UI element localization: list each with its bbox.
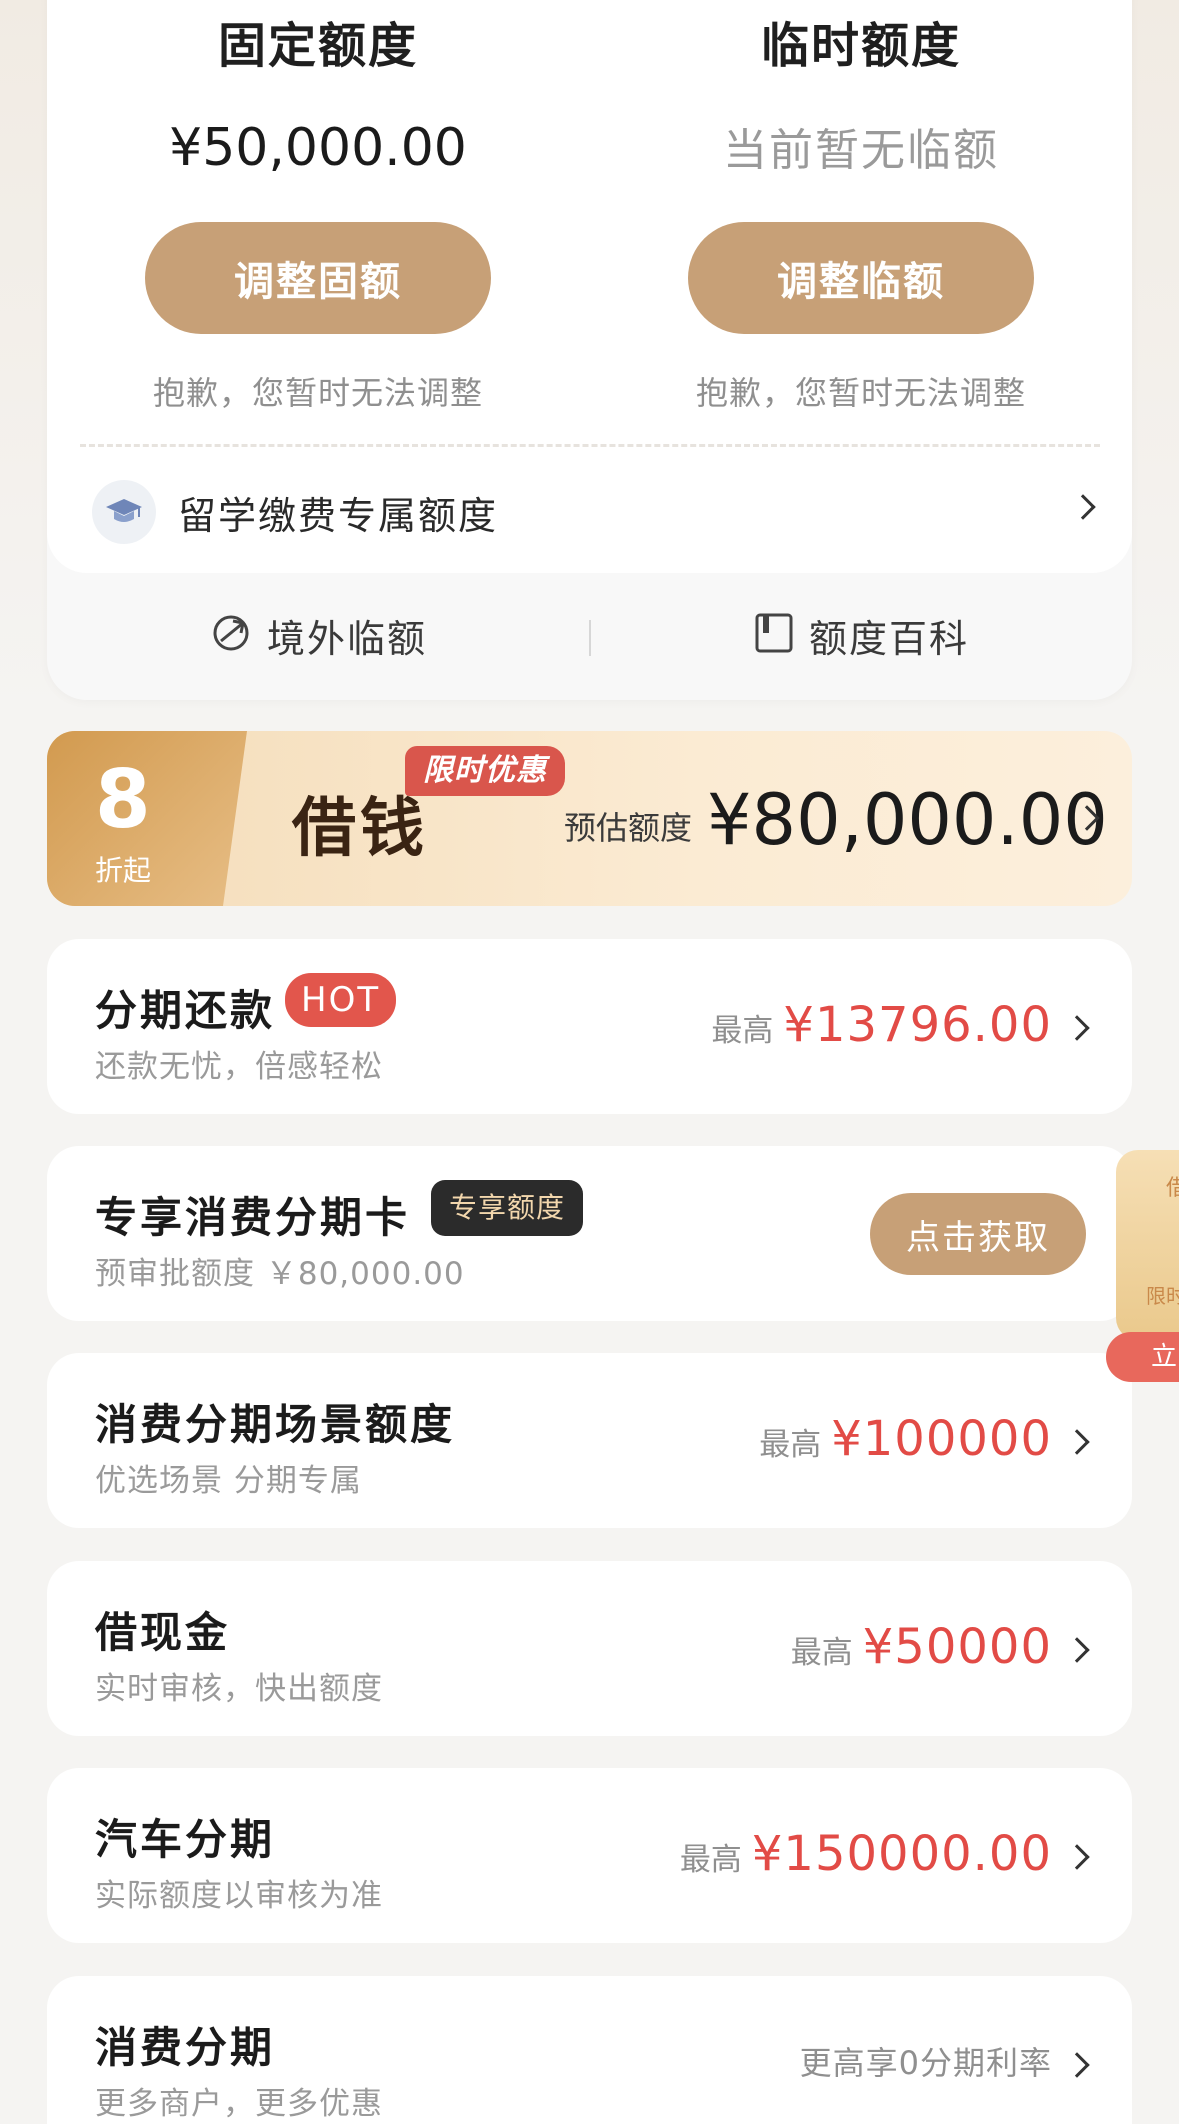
floating-widget-top-text: 借 (1166, 1176, 1179, 1201)
quick-links-divider (589, 620, 591, 656)
get-now-button[interactable]: 点击获取 (870, 1193, 1086, 1275)
chevron-right-icon (1070, 494, 1096, 520)
hot-badge: HOT (285, 973, 397, 1027)
adjust-temporary-limit-button[interactable]: 调整临额 (688, 222, 1034, 334)
product-title: 汽车分期 (95, 1815, 276, 1864)
adjust-fixed-limit-button[interactable]: 调整固额 (145, 222, 491, 334)
chevron-right-icon (1064, 2052, 1090, 2078)
temporary-limit-note: 抱歉，您暂时无法调整 (695, 374, 1026, 412)
fixed-limit-amount: ¥50,000.00 (169, 118, 467, 178)
graduation-cap-icon (92, 480, 156, 544)
product-title: 借现金 (95, 1608, 231, 1657)
chevron-right-icon (1064, 1015, 1090, 1041)
product-max-amount: 最高 ¥50000 (791, 1619, 1052, 1675)
floating-promo-widget[interactable]: 借 限时 (1116, 1150, 1179, 1340)
product-max-amount: 最高 ¥150000.00 (680, 1826, 1052, 1882)
product-title: 消费分期 (95, 2023, 276, 2072)
dashed-divider (80, 444, 1100, 447)
discount-label: 折起 (95, 854, 152, 887)
rate-info: 更高享0分期利率 (799, 2044, 1052, 2082)
study-abroad-limit-row[interactable]: 留学缴费专属额度 (92, 480, 1096, 544)
exclusive-badge: 专享额度 (431, 1180, 584, 1236)
product-card-scene-limit[interactable]: 消费分期场景额度 优选场景 分期专属 最高 ¥100000 (47, 1353, 1132, 1528)
product-card-cash-loan[interactable]: 借现金 实时审核，快出额度 最高 ¥50000 (47, 1561, 1132, 1736)
max-value: ¥50000 (862, 1619, 1052, 1675)
discount-number: 8 (95, 753, 151, 846)
product-subtitle: 实际额度以审核为准 (95, 1878, 383, 1914)
estimate-label: 预估额度 (564, 809, 693, 847)
max-label: 最高 (790, 1635, 853, 1671)
limit-encyclopedia-link[interactable]: 额度百科 (753, 590, 969, 680)
temporary-limit-title: 临时额度 (760, 18, 961, 74)
product-title: 消费分期场景额度 (95, 1400, 456, 1449)
product-card-exclusive-installment: 专享消费分期卡 专享额度 预审批额度 ￥80,000.00 点击获取 (47, 1146, 1132, 1321)
chevron-right-icon (1064, 1844, 1090, 1870)
max-label: 最高 (759, 1427, 822, 1463)
max-label: 最高 (679, 1842, 742, 1878)
limited-time-badge: 限时优惠 (405, 746, 565, 796)
product-title: 专享消费分期卡 (95, 1193, 411, 1242)
limit-encyclopedia-label: 额度百科 (809, 616, 970, 661)
max-value: ¥100000 (831, 1411, 1052, 1467)
fixed-limit-note: 抱歉，您暂时无法调整 (152, 374, 483, 412)
estimate-value: ¥80,000.00 (707, 779, 1108, 861)
overseas-temp-limit-label: 境外临额 (267, 616, 428, 661)
chevron-right-icon (1064, 1429, 1090, 1455)
product-rate-info: 更高享0分期利率 (800, 2038, 1052, 2084)
product-subtitle: 优选场景 分期专属 (95, 1463, 362, 1499)
product-max-amount: 最高 ¥13796.00 (711, 997, 1052, 1053)
floating-widget-pill[interactable]: 立 (1106, 1332, 1179, 1382)
quick-links: 境外临额 额度百科 (47, 590, 1132, 680)
max-label: 最高 (711, 1013, 774, 1049)
chevron-right-icon (1064, 1637, 1090, 1663)
product-subtitle: 实时审核，快出额度 (95, 1671, 383, 1707)
max-value: ¥13796.00 (783, 997, 1052, 1053)
product-subtitle: 预审批额度 ￥80,000.00 (95, 1256, 465, 1292)
temporary-limit-amount: 当前暂无临额 (723, 125, 999, 176)
product-card-installment-repay[interactable]: 分期还款 HOT 还款无忧，倍感轻松 最高 ¥13796.00 (47, 939, 1132, 1114)
product-card-car-installment[interactable]: 汽车分期 实际额度以审核为准 最高 ¥150000.00 (47, 1768, 1132, 1943)
product-title: 分期还款 (95, 986, 276, 1035)
product-subtitle: 还款无忧，倍感轻松 (95, 1049, 383, 1085)
study-abroad-limit-label: 留学缴费专属额度 (178, 493, 499, 538)
overseas-temp-limit-link[interactable]: 境外临额 (209, 590, 427, 680)
product-card-consumer-installment[interactable]: 消费分期 更多商户，更多优惠 更高享0分期利率 (47, 1976, 1132, 2124)
fixed-limit-title: 固定额度 (217, 18, 418, 74)
product-subtitle: 更多商户，更多优惠 (95, 2086, 383, 2122)
loan-banner[interactable]: 8 折起 借钱 限时优惠 预估额度 ¥80,000.00 (47, 731, 1132, 906)
plane-globe-icon (209, 611, 253, 659)
page: 固定额度 ¥50,000.00 调整固额 抱歉，您暂时无法调整 临时额度 当前暂… (0, 0, 1179, 2124)
book-icon (753, 611, 795, 659)
product-max-amount: 最高 ¥100000 (759, 1411, 1052, 1467)
max-value: ¥150000.00 (751, 1826, 1052, 1882)
floating-widget-mid-text: 限时 (1146, 1284, 1179, 1308)
